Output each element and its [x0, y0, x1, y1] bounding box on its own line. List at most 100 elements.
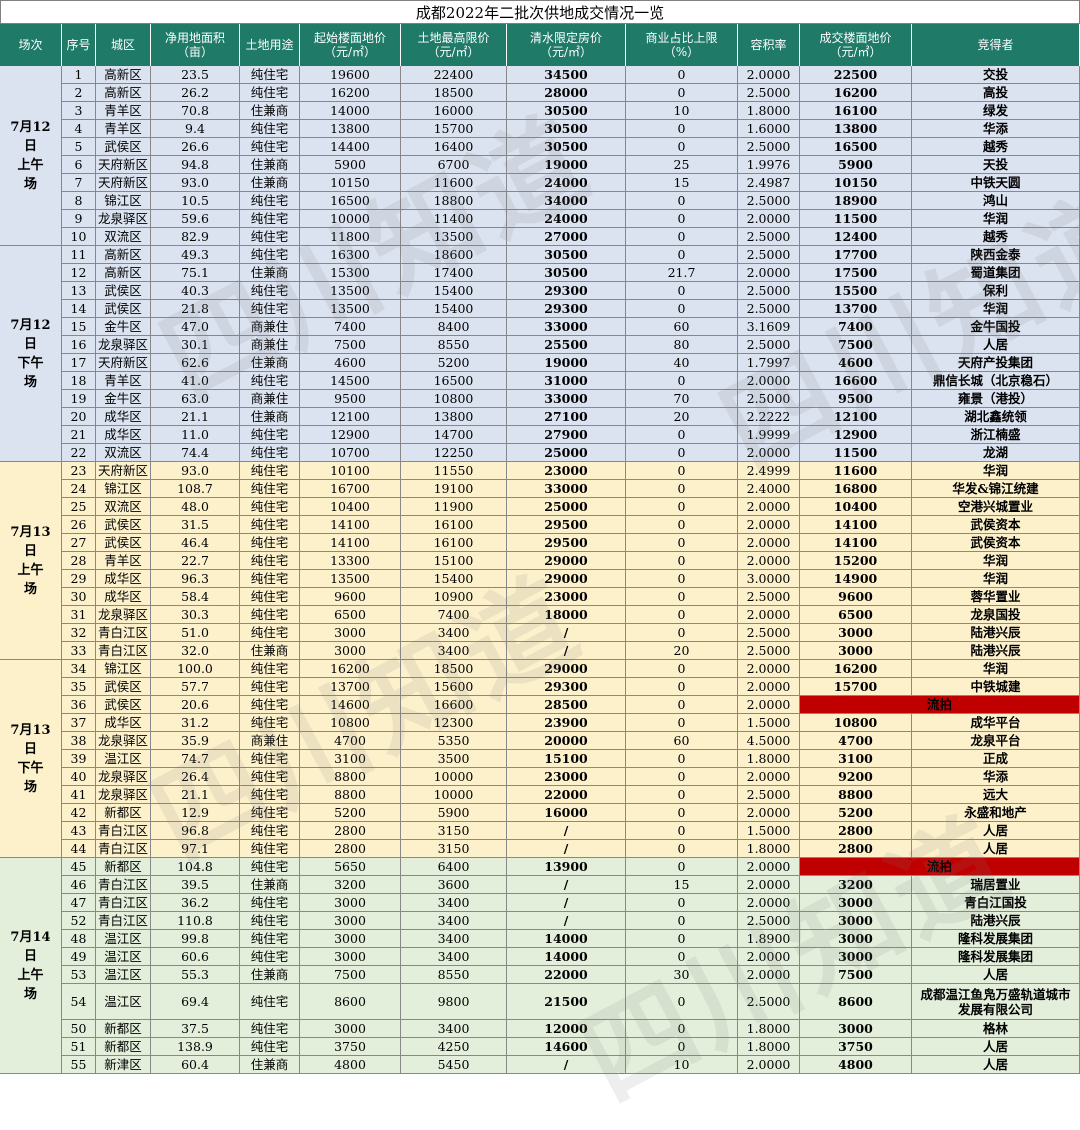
table-cell: 华润	[912, 570, 1080, 588]
table-cell: 46	[62, 876, 96, 894]
table-cell: 26.2	[151, 84, 240, 102]
table-cell: 4600	[800, 354, 912, 372]
table-cell: 2.0000	[738, 210, 800, 228]
table-cell: 40.3	[151, 282, 240, 300]
table-cell: 纯住宅	[240, 462, 300, 480]
table-cell: 锦江区	[96, 192, 151, 210]
table-cell: 3400	[401, 894, 507, 912]
table-cell: 13500	[300, 300, 401, 318]
table-cell: 138.9	[151, 1038, 240, 1056]
table-cell: 8800	[300, 768, 401, 786]
table-cell: 16500	[800, 138, 912, 156]
table-cell: 0	[626, 606, 738, 624]
table-cell: 0	[626, 300, 738, 318]
table-cell: 0	[626, 624, 738, 642]
table-cell: 25	[626, 156, 738, 174]
table-cell: 华润	[912, 660, 1080, 678]
table-cell: 12900	[300, 426, 401, 444]
table-cell: 12400	[800, 228, 912, 246]
table-cell: 纯住宅	[240, 84, 300, 102]
table-row: 52 青白江区 110.8 纯住宅 3000 3400/0 2.5000 3000 陆港兴辰	[62, 912, 1080, 930]
table-cell: 格林	[912, 1020, 1080, 1038]
table-row: 47 青白江区 36.2 纯住宅 3000 3400/0 2.0000 3000 青白江国投	[62, 894, 1080, 912]
table-row: 42 新都区 12.9 纯住宅 5200 5900 16000 0 2.0000 5200 永盛和地…	[62, 804, 1080, 822]
table-cell: 15500	[800, 282, 912, 300]
table-row: 13 武侯区 40.3 纯住宅 13500 15400 29300 0 2.5000 15500 保…	[62, 282, 1080, 300]
table-cell: 陆港兴辰	[912, 642, 1080, 660]
table-header: 场次 序号 城区 净用地面积 （亩） 土地用途 起始楼面地价 （元/㎡） 土地最高限价 （元…	[0, 24, 1080, 66]
table-cell: 82.9	[151, 228, 240, 246]
table-cell: 湖北鑫统领	[912, 408, 1080, 426]
table-row: 3 青羊区 70.8 住兼商 14000 16000 30500 10 1.8000 16100 绿…	[62, 102, 1080, 120]
table-cell: 14100	[800, 534, 912, 552]
table-cell: 华润	[912, 552, 1080, 570]
table-cell: 20.6	[151, 696, 240, 714]
table-cell: 43	[62, 822, 96, 840]
table-cell: 5900	[401, 804, 507, 822]
table-cell: 13500	[300, 570, 401, 588]
table-cell: 高新区	[96, 246, 151, 264]
table-cell: 16600	[800, 372, 912, 390]
table-row: 45 新都区 104.8 纯住宅 5650 6400 13900 0 2.0000 流拍	[62, 858, 1080, 876]
table-cell: /	[507, 624, 626, 642]
table-cell: 3000	[300, 642, 401, 660]
table-row: 23 天府新区 93.0 纯住宅 10100 11550 23000 0 2.4999 11600…	[62, 462, 1080, 480]
table-cell: 18500	[401, 84, 507, 102]
table-cell: 华添	[912, 768, 1080, 786]
table-cell: 10800	[401, 390, 507, 408]
table-row: 43 青白江区 96.8 纯住宅 2800 3150/0 1.5000 2800 人居	[62, 822, 1080, 840]
table-cell: 7500	[300, 966, 401, 984]
table-cell: 32.0	[151, 642, 240, 660]
table-cell: 108.7	[151, 480, 240, 498]
table-row: 51 新都区 138.9 纯住宅 3750 4250 14600 0 1.8000 3750 人居	[62, 1038, 1080, 1056]
table-cell: 97.1	[151, 840, 240, 858]
table-cell: 9800	[401, 984, 507, 1020]
table-cell: 17400	[401, 264, 507, 282]
table-cell: 1	[62, 66, 96, 84]
table-cell: 59.6	[151, 210, 240, 228]
table-cell: 16600	[401, 696, 507, 714]
table-cell: 2800	[800, 822, 912, 840]
table-cell: 9	[62, 210, 96, 228]
table-cell: 16400	[401, 138, 507, 156]
table-row: 53 温江区 55.3 住兼商 7500 8550 22000 30 2.0000 7500 人居	[62, 966, 1080, 984]
table-row: 33 青白江区 32.0 住兼商 3000 3400/20 2.5000 3000 陆港兴辰	[62, 642, 1080, 660]
table-cell: 36	[62, 696, 96, 714]
table-cell: 2.5000	[738, 282, 800, 300]
table-cell: 纯住宅	[240, 498, 300, 516]
table-cell: 2.0000	[738, 498, 800, 516]
table-cell: 18600	[401, 246, 507, 264]
table-cell: 30500	[507, 138, 626, 156]
table-cell: 华发&锦江统建	[912, 480, 1080, 498]
table-row: 30 成华区 58.4 纯住宅 9600 10900 23000 0 2.5000 9600 蓉华置…	[62, 588, 1080, 606]
table-cell: 纯住宅	[240, 786, 300, 804]
table-cell: 13800	[800, 120, 912, 138]
table-cell: 40	[626, 354, 738, 372]
table-cell: 20	[62, 408, 96, 426]
table-cell: 52	[62, 912, 96, 930]
table-cell: 2.0000	[738, 552, 800, 570]
table-cell: 60	[626, 318, 738, 336]
table-cell: 16500	[401, 372, 507, 390]
table-cell: 越秀	[912, 138, 1080, 156]
table-cell: 3000	[300, 894, 401, 912]
table-cell: 龙泉驿区	[96, 786, 151, 804]
table-cell: 16700	[300, 480, 401, 498]
table-cell: 16100	[800, 102, 912, 120]
table-cell: 1.7997	[738, 354, 800, 372]
table-cell: 19100	[401, 480, 507, 498]
table-cell: 14600	[300, 696, 401, 714]
table-cell: 23900	[507, 714, 626, 732]
table-cell: 30.1	[151, 336, 240, 354]
table-cell: 33000	[507, 480, 626, 498]
table-cell: 纯住宅	[240, 426, 300, 444]
table-row: 17 天府新区 62.6 住兼商 4600 5200 19000 40 1.7997 4600 天府…	[62, 354, 1080, 372]
table-cell: /	[507, 822, 626, 840]
table-cell: 14100	[300, 516, 401, 534]
table-cell: 新都区	[96, 858, 151, 876]
table-cell: 13500	[300, 282, 401, 300]
table-row: 8 锦江区 10.5 纯住宅 16500 18800 34000 0 2.5000 18900 鸿山	[62, 192, 1080, 210]
table-cell: 纯住宅	[240, 912, 300, 930]
table-cell: 62.6	[151, 354, 240, 372]
table-cell: 纯住宅	[240, 984, 300, 1020]
